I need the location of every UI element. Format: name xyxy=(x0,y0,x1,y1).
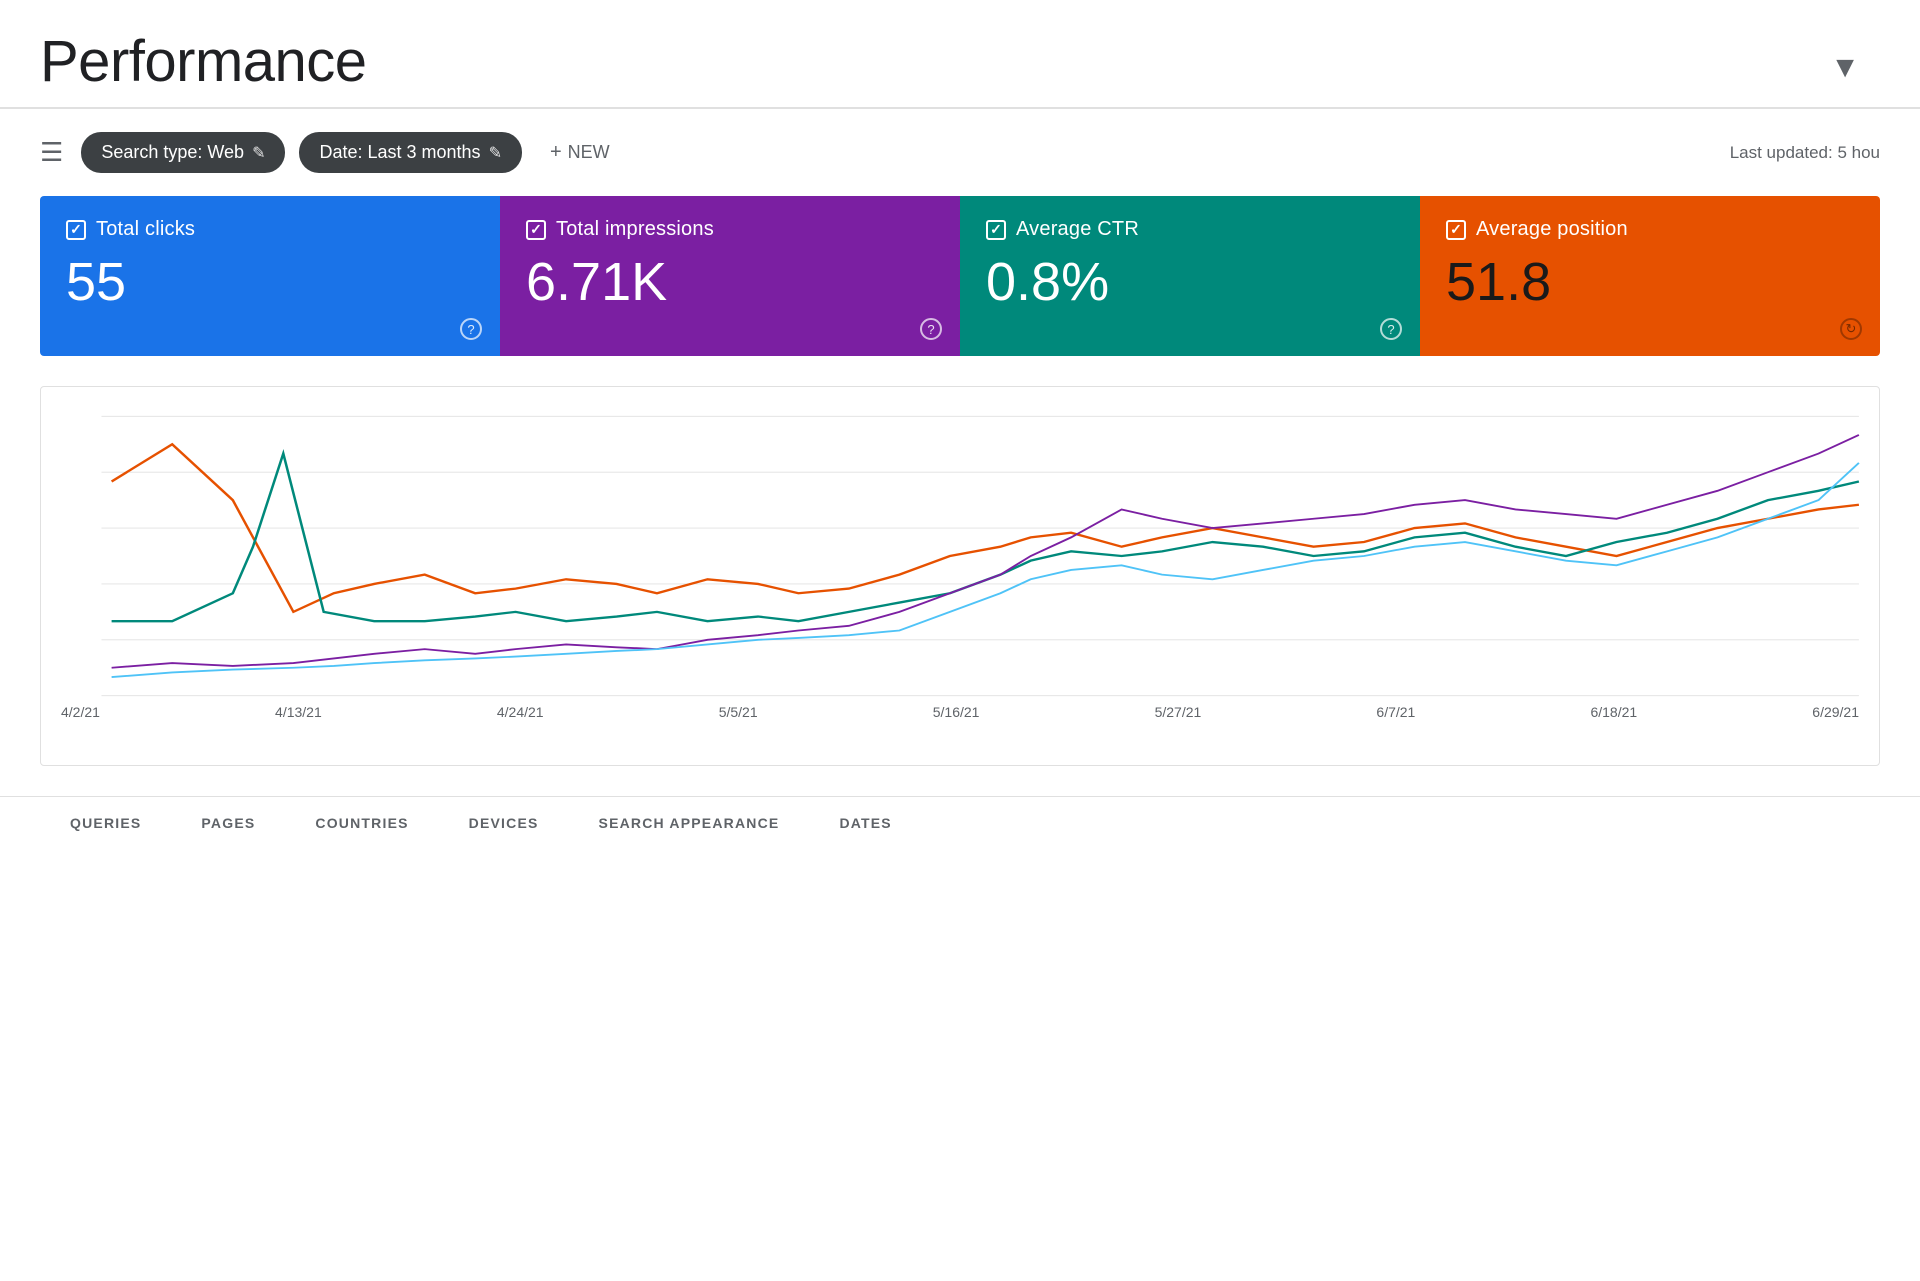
tab-countries[interactable]: COUNTRIES xyxy=(285,797,438,852)
x-label-8: 6/18/21 xyxy=(1590,704,1637,720)
metric-value-ctr: 0.8% xyxy=(986,253,1394,312)
metric-header-ctr: ✓ Average CTR xyxy=(986,218,1394,241)
metric-value-clicks: 55 xyxy=(66,253,474,312)
x-label-7: 6/7/21 xyxy=(1376,704,1415,720)
x-label-3: 4/24/21 xyxy=(497,704,544,720)
x-label-2: 4/13/21 xyxy=(275,704,322,720)
page-title: Performance xyxy=(40,28,367,107)
metric-header-impressions: ✓ Total impressions xyxy=(526,218,934,241)
metric-card-ctr[interactable]: ✓ Average CTR 0.8% ? xyxy=(960,196,1420,356)
metric-header-clicks: ✓ Total clicks xyxy=(66,218,474,241)
new-label: NEW xyxy=(568,142,610,163)
metric-checkbox-position[interactable]: ✓ xyxy=(1446,220,1466,240)
metric-label-impressions: Total impressions xyxy=(556,218,714,241)
tab-devices[interactable]: DEVICES xyxy=(439,797,569,852)
x-label-6: 5/27/21 xyxy=(1155,704,1202,720)
metric-checkbox-clicks[interactable]: ✓ xyxy=(66,220,86,240)
check-icon-position: ✓ xyxy=(1450,221,1462,238)
filter-icon[interactable]: ☰ xyxy=(40,137,63,168)
search-type-label: Search type: Web xyxy=(101,142,244,163)
header: Performance ▼ xyxy=(0,0,1920,108)
metric-label-ctr: Average CTR xyxy=(1016,218,1139,241)
bottom-tabs: QUERIES PAGES COUNTRIES DEVICES SEARCH A… xyxy=(0,796,1920,852)
x-label-5: 5/16/21 xyxy=(933,704,980,720)
check-icon-ctr: ✓ xyxy=(990,221,1002,238)
plus-icon: + xyxy=(550,141,562,164)
x-label-4: 5/5/21 xyxy=(719,704,758,720)
tab-queries[interactable]: QUERIES xyxy=(40,797,171,852)
metric-help-ctr[interactable]: ? xyxy=(1380,318,1402,340)
check-icon-clicks: ✓ xyxy=(70,221,82,238)
tab-search-appearance[interactable]: SEARCH APPEARANCE xyxy=(569,797,810,852)
x-label-1: 4/2/21 xyxy=(61,704,100,720)
search-type-edit-icon: ✎ xyxy=(252,143,265,163)
metric-checkbox-ctr[interactable]: ✓ xyxy=(986,220,1006,240)
metric-help-impressions[interactable]: ? xyxy=(920,318,942,340)
header-right: ▼ xyxy=(1830,51,1880,85)
search-type-button[interactable]: Search type: Web ✎ xyxy=(81,132,285,173)
chart-area: 4/2/21 4/13/21 4/24/21 5/5/21 5/16/21 5/… xyxy=(40,386,1880,766)
metric-help-clicks[interactable]: ? xyxy=(460,318,482,340)
chart-svg xyxy=(51,407,1869,705)
tab-pages[interactable]: PAGES xyxy=(171,797,285,852)
metric-value-position: 51.8 xyxy=(1446,253,1854,312)
toolbar: ☰ Search type: Web ✎ Date: Last 3 months… xyxy=(0,109,1920,196)
last-updated: Last updated: 5 hou xyxy=(1730,143,1880,163)
check-icon-impressions: ✓ xyxy=(530,221,542,238)
metric-label-position: Average position xyxy=(1476,218,1628,241)
page-container: Performance ▼ ☰ Search type: Web ✎ Date:… xyxy=(0,0,1920,1281)
metric-card-clicks[interactable]: ✓ Total clicks 55 ? xyxy=(40,196,500,356)
metric-value-impressions: 6.71K xyxy=(526,253,934,312)
date-button[interactable]: Date: Last 3 months ✎ xyxy=(299,132,522,173)
new-button[interactable]: + NEW xyxy=(536,131,624,174)
download-icon[interactable]: ▼ xyxy=(1830,51,1860,85)
metrics-container: ✓ Total clicks 55 ? ✓ Total impressions … xyxy=(40,196,1880,356)
tab-dates[interactable]: DATES xyxy=(809,797,921,852)
metric-header-position: ✓ Average position xyxy=(1446,218,1854,241)
metric-checkbox-impressions[interactable]: ✓ xyxy=(526,220,546,240)
metric-label-clicks: Total clicks xyxy=(96,218,195,241)
metric-help-position[interactable]: ↻ xyxy=(1840,318,1862,340)
date-edit-icon: ✎ xyxy=(489,143,502,163)
metric-card-position[interactable]: ✓ Average position 51.8 ↻ xyxy=(1420,196,1880,356)
date-label: Date: Last 3 months xyxy=(319,142,480,163)
x-label-9: 6/29/21 xyxy=(1812,704,1859,720)
metric-card-impressions[interactable]: ✓ Total impressions 6.71K ? xyxy=(500,196,960,356)
